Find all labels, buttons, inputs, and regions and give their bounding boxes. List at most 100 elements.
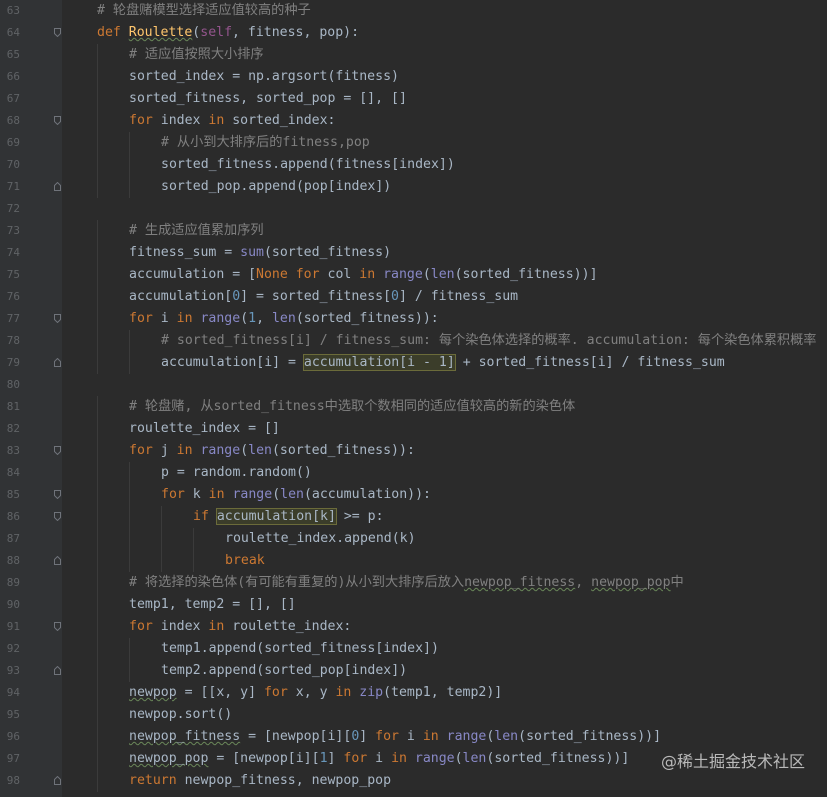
code-line[interactable]: 80 — [0, 374, 827, 396]
line-number: 90 — [6, 598, 20, 611]
indent-guide — [97, 66, 98, 88]
code-line[interactable]: 73 # 生成适应值累加序列 — [0, 220, 827, 242]
code-token: 0 — [391, 289, 399, 304]
code-token: i — [406, 729, 423, 744]
fold-end-icon[interactable] — [54, 776, 61, 785]
code-line[interactable]: 89 # 将选择的染色体(有可能有重复的)从小到大排序后放入newpop_fitn… — [0, 572, 827, 594]
code-token: roulette_index: — [232, 619, 352, 634]
code-text: temp2.append(sorted_pop[index]) — [161, 660, 407, 682]
code-token: newpop_fitness — [129, 729, 241, 744]
code-line[interactable]: 78 # sorted_fitness[i] / fitness_sum: 每个染… — [0, 330, 827, 352]
code-line[interactable]: 72 — [0, 198, 827, 220]
code-line[interactable]: 96 newpop_fitness = [newpop[i][0] for i i… — [0, 726, 827, 748]
fold-open-icon[interactable] — [54, 116, 61, 125]
code-text: return newpop_fitness, newpop_pop — [129, 770, 391, 792]
code-text: newpop = [[x, y] for x, y in zip(temp1, … — [129, 682, 502, 704]
code-line[interactable]: 91 for index in roulette_index: — [0, 616, 827, 638]
code-token: accumulation[ — [129, 289, 233, 304]
code-line[interactable]: 83 for j in range(len(sorted_fitness)): — [0, 440, 827, 462]
code-line[interactable]: 88 break — [0, 550, 827, 572]
indent-guide — [193, 550, 194, 572]
code-line[interactable]: 79 accumulation[i] = accumulation[i - 1] … — [0, 352, 827, 374]
code-line[interactable]: 77 for i in range(1, len(sorted_fitness))… — [0, 308, 827, 330]
code-token: index — [160, 113, 209, 128]
fold-end-icon[interactable] — [54, 666, 61, 675]
fold-open-icon[interactable] — [54, 446, 61, 455]
code-line[interactable]: 71 sorted_pop.append(pop[index]) — [0, 176, 827, 198]
code-line[interactable]: 63 # 轮盘赌模型选择适应值较高的种子 — [0, 0, 827, 22]
code-token: ( — [422, 267, 431, 282]
code-token: newpop_pop — [129, 751, 209, 766]
indent-guide — [97, 44, 98, 66]
line-number: 95 — [6, 708, 20, 721]
code-token: sorted_fitness, sorted_pop = [], [] — [129, 91, 407, 106]
fold-open-icon[interactable] — [54, 314, 61, 323]
code-text: sorted_pop.append(pop[index]) — [161, 176, 391, 198]
code-token: ( — [272, 487, 281, 502]
code-text: for k in range(len(accumulation)): — [161, 484, 431, 506]
line-number: 69 — [6, 136, 20, 149]
code-token: index — [160, 619, 209, 634]
code-token: , fitness, pop): — [232, 25, 360, 40]
indent-guide — [97, 132, 98, 154]
indent-guide — [97, 462, 98, 484]
code-line[interactable]: 84 p = random.random() — [0, 462, 827, 484]
line-number: 98 — [6, 774, 20, 787]
line-number: 92 — [6, 642, 20, 655]
code-line[interactable]: 86 if accumulation[k] >= p: — [0, 506, 827, 528]
code-line[interactable]: 98 return newpop_fitness, newpop_pop — [0, 770, 827, 792]
indent-guide — [161, 528, 162, 550]
code-line[interactable]: 94 newpop = [[x, y] for x, y in zip(temp1… — [0, 682, 827, 704]
line-number: 71 — [6, 180, 20, 193]
indent-guide — [129, 176, 130, 198]
code-token: sorted_fitness.append(fitness[index]) — [161, 157, 455, 172]
code-token: for — [129, 311, 161, 326]
code-token: col — [327, 267, 360, 282]
fold-open-icon[interactable] — [54, 512, 61, 521]
code-line[interactable]: 92 temp1.append(sorted_fitness[index]) — [0, 638, 827, 660]
line-number: 67 — [6, 92, 20, 105]
code-token: for — [375, 729, 407, 744]
indent-guide — [97, 396, 98, 418]
code-token: = [[x, y] — [176, 685, 264, 700]
fold-end-icon[interactable] — [54, 556, 61, 565]
code-token: newpop.sort() — [129, 707, 233, 722]
code-editor[interactable]: 63 # 轮盘赌模型选择适应值较高的种子 64 def Roulette(self, … — [0, 0, 827, 797]
code-line[interactable]: 93 temp2.append(sorted_pop[index]) — [0, 660, 827, 682]
fold-end-icon[interactable] — [54, 182, 61, 191]
code-token: in — [208, 113, 233, 128]
code-token: range — [414, 751, 455, 766]
code-line[interactable]: 95 newpop.sort() — [0, 704, 827, 726]
code-line[interactable]: 74 fitness_sum = sum(sorted_fitness) — [0, 242, 827, 264]
code-line[interactable]: 76 accumulation[0] = sorted_fitness[0] / … — [0, 286, 827, 308]
code-line[interactable]: 67 sorted_fitness, sorted_pop = [], [] — [0, 88, 827, 110]
code-line[interactable]: 75 accumulation = [None for col in range(… — [0, 264, 827, 286]
line-number: 87 — [6, 532, 20, 545]
code-text: # 轮盘赌模型选择适应值较高的种子 — [97, 0, 311, 22]
fold-open-icon[interactable] — [54, 28, 61, 37]
code-token: ( — [454, 751, 463, 766]
code-token: newpop_pop — [591, 575, 671, 590]
code-line[interactable]: 64 def Roulette(self, fitness, pop): — [0, 22, 827, 44]
fold-open-icon[interactable] — [54, 622, 61, 631]
code-token: fitness_sum = — [129, 245, 241, 260]
code-text: # 生成适应值累加序列 — [129, 220, 264, 242]
code-line[interactable]: 69 # 从小到大排序后的fitness,pop — [0, 132, 827, 154]
fold-end-icon[interactable] — [54, 358, 61, 367]
code-line[interactable]: 85 for k in range(len(accumulation)): — [0, 484, 827, 506]
code-line[interactable]: 68 for index in sorted_index: — [0, 110, 827, 132]
indent-guide — [129, 550, 130, 572]
code-line[interactable]: 87 roulette_index.append(k) — [0, 528, 827, 550]
code-line[interactable]: 82 roulette_index = [] — [0, 418, 827, 440]
code-token: x, y — [295, 685, 336, 700]
code-token: ] — [359, 729, 376, 744]
code-line[interactable]: 65 # 适应值按照大小排序 — [0, 44, 827, 66]
code-token: len — [248, 443, 272, 458]
code-line[interactable]: 66 sorted_index = np.argsort(fitness) — [0, 66, 827, 88]
code-token: 0 — [232, 289, 241, 304]
code-line[interactable]: 90 temp1, temp2 = [], [] — [0, 594, 827, 616]
code-line[interactable]: 70 sorted_fitness.append(fitness[index]) — [0, 154, 827, 176]
code-line[interactable]: 81 # 轮盘赌, 从sorted_fitness中选取个数相同的适应值较高的新的… — [0, 396, 827, 418]
fold-open-icon[interactable] — [54, 490, 61, 499]
code-token: in — [176, 311, 201, 326]
